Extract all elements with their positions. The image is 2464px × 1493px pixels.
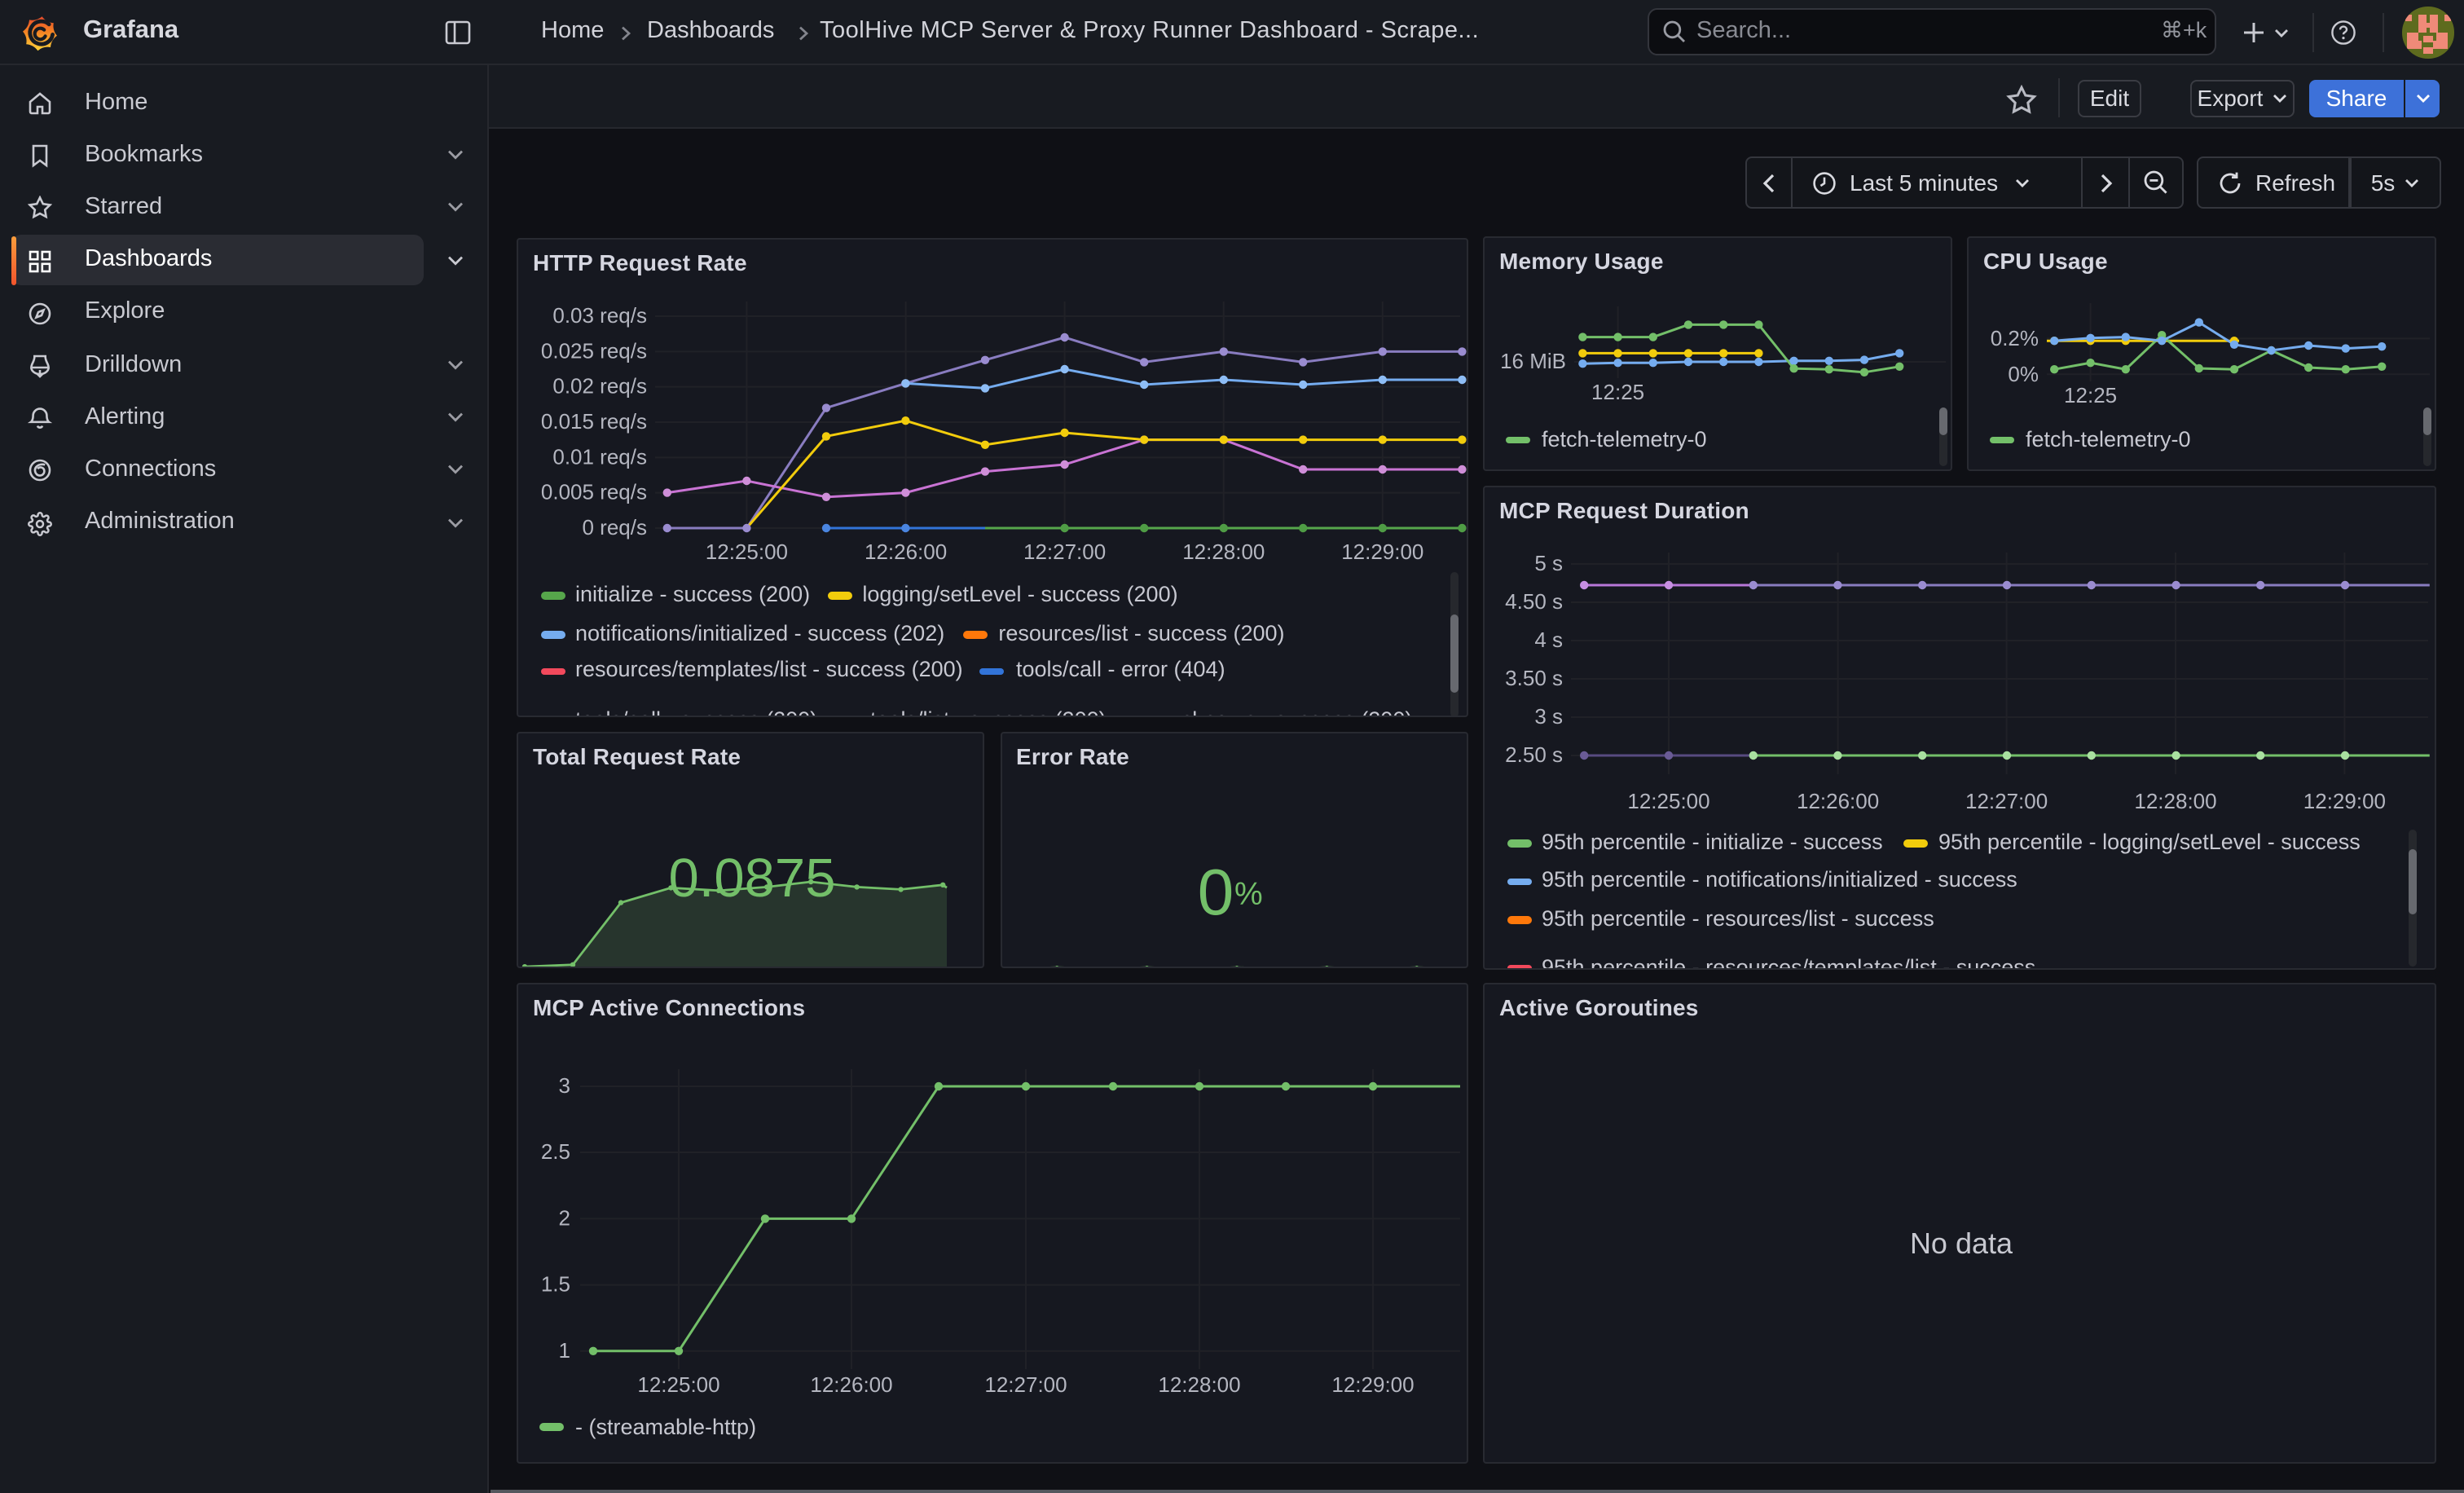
svg-text:2: 2 xyxy=(559,1205,570,1230)
svg-text:0: 0 xyxy=(1197,855,1234,927)
svg-text:%: % xyxy=(1234,876,1262,911)
svg-text:12:26:00: 12:26:00 xyxy=(810,1372,892,1397)
svg-text:12:28:00: 12:28:00 xyxy=(1182,539,1265,563)
svg-text:0.02 req/s: 0.02 req/s xyxy=(552,373,647,398)
svg-text:12:25: 12:25 xyxy=(2064,383,2117,407)
svg-text:12:27:00: 12:27:00 xyxy=(1965,788,2048,813)
svg-text:12:25:00: 12:25:00 xyxy=(1627,788,1709,813)
svg-text:12:25: 12:25 xyxy=(1591,380,1644,404)
svg-text:12:28:00: 12:28:00 xyxy=(2134,788,2216,813)
svg-text:5 s: 5 s xyxy=(1534,550,1563,575)
svg-text:12:26:00: 12:26:00 xyxy=(1797,788,1879,813)
svg-text:12:29:00: 12:29:00 xyxy=(1331,1372,1414,1397)
svg-text:12:25:00: 12:25:00 xyxy=(637,1372,719,1397)
svg-text:0%: 0% xyxy=(2008,362,2039,386)
svg-text:2.5: 2.5 xyxy=(541,1139,570,1164)
svg-text:2.50 s: 2.50 s xyxy=(1505,742,1563,766)
svg-text:12:28:00: 12:28:00 xyxy=(1158,1372,1240,1397)
svg-text:12:29:00: 12:29:00 xyxy=(2303,788,2386,813)
svg-text:0.005 req/s: 0.005 req/s xyxy=(541,479,647,504)
svg-text:0.2%: 0.2% xyxy=(1991,326,2039,350)
svg-text:4 s: 4 s xyxy=(1534,627,1563,651)
svg-text:1: 1 xyxy=(559,1338,570,1363)
svg-text:0.025 req/s: 0.025 req/s xyxy=(541,337,647,362)
svg-text:0.0875: 0.0875 xyxy=(669,847,836,908)
svg-text:3 s: 3 s xyxy=(1534,703,1563,728)
svg-text:12:26:00: 12:26:00 xyxy=(865,539,947,563)
svg-text:3: 3 xyxy=(559,1073,570,1098)
svg-text:3.50 s: 3.50 s xyxy=(1505,665,1563,689)
svg-text:12:27:00: 12:27:00 xyxy=(984,1372,1067,1397)
svg-text:12:27:00: 12:27:00 xyxy=(1023,539,1106,563)
svg-text:0 req/s: 0 req/s xyxy=(583,514,648,539)
svg-text:0.01 req/s: 0.01 req/s xyxy=(552,443,647,468)
svg-text:16 MiB: 16 MiB xyxy=(1500,349,1566,373)
svg-text:12:25:00: 12:25:00 xyxy=(706,539,788,563)
svg-text:1.5: 1.5 xyxy=(541,1272,570,1297)
svg-text:0.03 req/s: 0.03 req/s xyxy=(552,302,647,327)
svg-text:0.015 req/s: 0.015 req/s xyxy=(541,408,647,433)
svg-text:4.50 s: 4.50 s xyxy=(1505,588,1563,613)
svg-text:12:29:00: 12:29:00 xyxy=(1341,539,1423,563)
